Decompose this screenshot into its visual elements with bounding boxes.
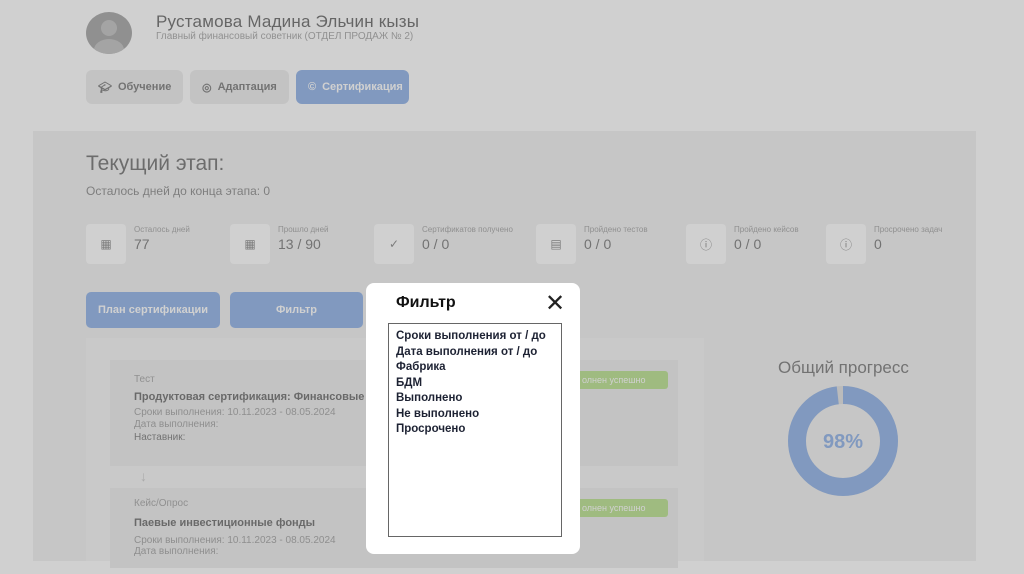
filter-option[interactable]: БДМ xyxy=(396,376,554,392)
close-icon[interactable]: ✕ xyxy=(542,291,568,317)
filter-option[interactable]: Дата выполнения от / до xyxy=(396,345,554,361)
filter-option[interactable]: Сроки выполнения от / до xyxy=(396,329,554,345)
filter-options-list: Сроки выполнения от / до Дата выполнения… xyxy=(388,323,562,537)
filter-option[interactable]: Просрочено xyxy=(396,422,554,438)
modal-title: Фильтр xyxy=(396,294,456,311)
filter-modal: Фильтр ✕ Сроки выполнения от / до Дата в… xyxy=(366,283,580,554)
filter-option[interactable]: Фабрика xyxy=(396,360,554,376)
certification-page: Рустамова Мадина Эльчин кызы Главный фин… xyxy=(0,0,1024,574)
filter-option[interactable]: Выполнено xyxy=(396,391,554,407)
filter-option[interactable]: Не выполнено xyxy=(396,407,554,423)
